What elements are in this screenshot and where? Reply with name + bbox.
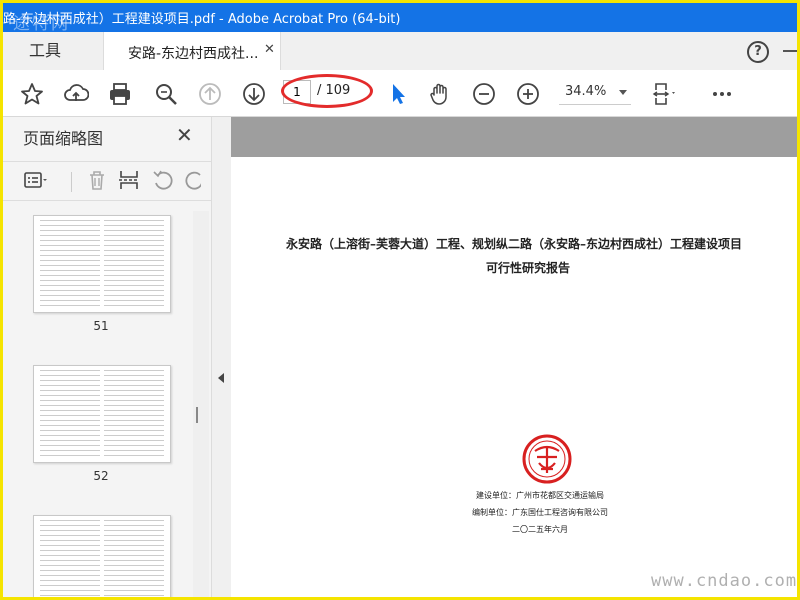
rotate-right-icon[interactable] <box>183 168 201 192</box>
document-title: 永安路（上溶街–芙蓉大道）工程、规划纵二路（永安路–东边村西成社）工程建设项目 <box>285 237 742 251</box>
star-icon[interactable] <box>19 81 45 107</box>
compiler-line: 编制单位：广东国仕工程咨询有限公司 <box>472 508 608 517</box>
panel-title: 页面缩略图 <box>23 129 104 148</box>
document-view[interactable]: 永安路（上溶街–芙蓉大道）工程、规划纵二路（永安路–东边村西成社）工程建设项目 … <box>231 117 797 597</box>
document-subtitle: 可行性研究报告 <box>485 261 570 275</box>
page-down-icon[interactable] <box>241 81 267 107</box>
tab-bar: 工具 安路-东边村西成社... ✕ ? <box>3 32 797 71</box>
zoom-out-icon[interactable] <box>471 81 497 107</box>
annotation-highlight-ellipse <box>281 74 373 108</box>
panel-collapse-handle[interactable] <box>212 117 232 597</box>
builder-line: 建设单位：广州市花都区交通运输局 <box>476 491 604 500</box>
extract-pages-icon[interactable] <box>117 168 141 192</box>
company-seal-icon <box>522 434 572 484</box>
thumbnail-page[interactable] <box>33 215 171 313</box>
thumbnail-list: 51 52 <box>3 211 193 597</box>
zoom-in-icon[interactable] <box>515 81 541 107</box>
tab-tools[interactable]: 工具 <box>29 32 61 70</box>
search-zoom-icon[interactable] <box>153 81 179 107</box>
chevron-down-icon <box>619 90 627 95</box>
tab-document-label: 安路-东边村西成社... <box>128 46 259 62</box>
app-window: 路-东边村西成社）工程建设项目.pdf - Adobe Acrobat Pro … <box>3 3 797 597</box>
more-icon[interactable] <box>709 81 735 107</box>
toolbar: / 109 34.4% <box>3 70 797 117</box>
chevron-left-icon <box>218 373 224 383</box>
options-menu-icon[interactable] <box>23 168 47 192</box>
help-icon[interactable]: ? <box>747 41 769 63</box>
tab-document[interactable]: 安路-东边村西成社... ✕ <box>103 32 281 71</box>
fit-page-icon[interactable] <box>651 81 677 107</box>
zoom-select[interactable]: 34.4% <box>559 82 631 105</box>
select-cursor-icon[interactable] <box>385 81 411 107</box>
watermark-text: 途特网 <box>13 14 70 34</box>
print-icon[interactable] <box>107 81 133 107</box>
thumbnail-panel: 页面缩略图 ✕ 51 52 <box>3 117 212 597</box>
toolbar-divider <box>71 172 72 192</box>
title-bar: 路-东边村西成社）工程建设项目.pdf - Adobe Acrobat Pro … <box>3 3 797 34</box>
tab-home[interactable] <box>3 32 7 70</box>
zoom-value: 34.4% <box>565 84 607 99</box>
thumbnail-label: 51 <box>93 319 109 333</box>
hand-icon[interactable] <box>427 81 453 107</box>
rotate-left-icon[interactable] <box>151 168 175 192</box>
thumbnail-toolbar <box>3 161 211 201</box>
date-line: 二〇二五年六月 <box>512 525 568 534</box>
footer-watermark: www.cndao.com <box>651 571 797 591</box>
delete-icon[interactable] <box>85 168 109 192</box>
tab-close-icon[interactable]: ✕ <box>264 42 275 57</box>
thumbnail-page[interactable] <box>33 515 171 597</box>
page-up-icon[interactable] <box>197 81 223 107</box>
panel-close-icon[interactable]: ✕ <box>176 123 193 147</box>
minimize-icon[interactable] <box>783 50 797 52</box>
thumbnail-page[interactable] <box>33 365 171 463</box>
upload-icon[interactable] <box>63 81 89 107</box>
thumbnail-label: 52 <box>93 469 109 483</box>
pdf-page: 永安路（上溶街–芙蓉大道）工程、规划纵二路（永安路–东边村西成社）工程建设项目 … <box>231 157 797 597</box>
scrollbar-thumb[interactable] <box>196 407 198 423</box>
thumbnail-scrollbar[interactable] <box>193 211 209 597</box>
